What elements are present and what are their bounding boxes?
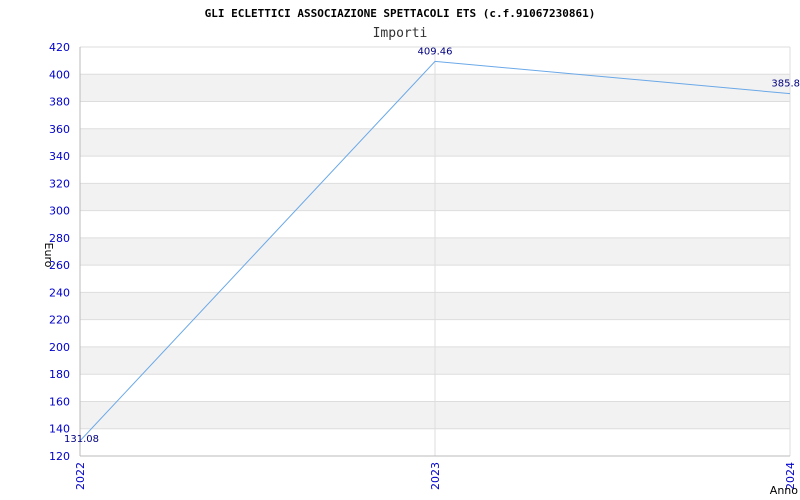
y-axis-label: Euro: [42, 243, 55, 268]
y-tick-label: 240: [49, 286, 70, 299]
y-tick-label: 380: [49, 96, 70, 109]
data-label: 409.46: [418, 46, 453, 57]
y-tick-label: 180: [49, 368, 70, 381]
y-tick-label: 420: [49, 41, 70, 54]
x-tick-label: 2023: [429, 462, 442, 490]
y-tick-label: 340: [49, 150, 70, 163]
data-label: 131.08: [64, 434, 99, 445]
line-chart: GLI ECLETTICI ASSOCIAZIONE SPETTACOLI ET…: [42, 7, 800, 497]
y-tick-label: 200: [49, 341, 70, 354]
y-tick-label: 160: [49, 395, 70, 408]
y-tick-label: 320: [49, 177, 70, 190]
y-tick-label: 220: [49, 314, 70, 327]
y-tick-label: 360: [49, 123, 70, 136]
data-label: 385.8: [771, 79, 800, 90]
x-tick-label: 2022: [74, 462, 87, 490]
x-tick-labels: 2022 2023 2024: [74, 462, 797, 490]
y-tick-label: 120: [49, 450, 70, 463]
chart-subtitle: Importi: [373, 26, 428, 41]
chart-title: GLI ECLETTICI ASSOCIAZIONE SPETTACOLI ET…: [205, 7, 596, 20]
y-tick-label: 300: [49, 205, 70, 218]
x-axis-label: Anno: [770, 484, 798, 497]
y-tick-label: 400: [49, 68, 70, 81]
